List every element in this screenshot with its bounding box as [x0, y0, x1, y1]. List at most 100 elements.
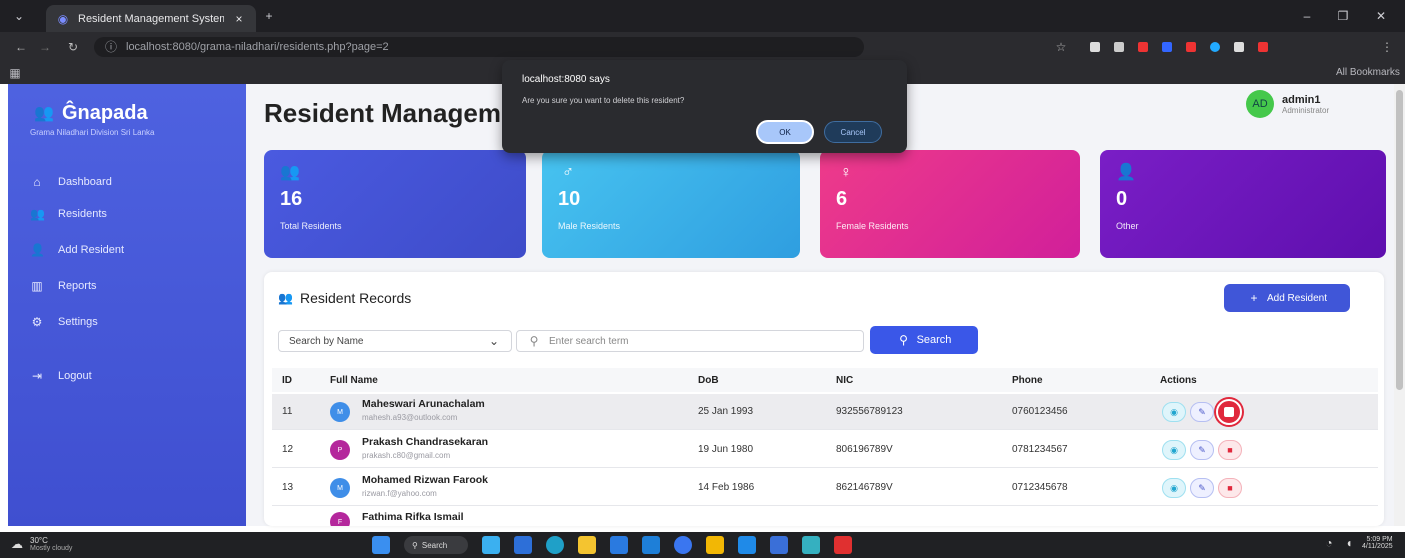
- back-icon[interactable]: ←: [14, 40, 28, 54]
- taskview-icon[interactable]: [514, 536, 532, 554]
- user-plus-icon: 👤: [30, 243, 45, 257]
- resident-records-panel: 👥 Resident Records + Add Resident Search…: [264, 272, 1384, 526]
- extension-icon[interactable]: [1114, 42, 1124, 52]
- cell-nic: 862146789V: [836, 482, 893, 493]
- search-by-select[interactable]: Search by Name ⌄: [278, 330, 512, 352]
- tab-menu-icon[interactable]: ⌄: [12, 9, 26, 23]
- sidebar-item-settings[interactable]: ⚙ Settings: [30, 312, 98, 332]
- taskbar-search[interactable]: ⚲ Search: [404, 536, 468, 554]
- view-button[interactable]: ◉: [1162, 402, 1186, 422]
- cell-nic: 806196789V: [836, 444, 893, 455]
- profile-icon[interactable]: [1258, 42, 1268, 52]
- browser-menu-icon[interactable]: ⋮: [1380, 40, 1394, 54]
- app-icon[interactable]: [802, 536, 820, 554]
- vscode-icon[interactable]: [738, 536, 756, 554]
- delete-button[interactable]: ■: [1218, 478, 1242, 498]
- delete-button[interactable]: [1216, 399, 1242, 425]
- bookmark-star-icon[interactable]: ☆: [1054, 40, 1068, 54]
- cloud-icon: ☁: [11, 537, 23, 551]
- view-button[interactable]: ◉: [1162, 440, 1186, 460]
- stat-label: Total Residents: [280, 221, 342, 231]
- dialog-message: Are you sure you want to delete this res…: [522, 96, 685, 105]
- col-actions: Actions: [1160, 375, 1197, 386]
- widgets-icon[interactable]: [482, 536, 500, 554]
- stat-card-male: ♂ 10 Male Residents: [542, 150, 800, 258]
- col-id: ID: [282, 375, 292, 386]
- apps-icon[interactable]: ▦: [8, 66, 22, 80]
- extension-icon[interactable]: [1186, 42, 1196, 52]
- dialog-title: localhost:8080 says: [522, 74, 610, 85]
- chevron-down-icon: ⌄: [488, 334, 500, 348]
- sidebar-item-add-resident[interactable]: 👤 Add Resident: [30, 240, 124, 260]
- brand-subtitle: Grama Niladhari Division Sri Lanka: [30, 128, 155, 137]
- ok-button[interactable]: OK: [756, 120, 814, 144]
- stat-value: 10: [558, 188, 581, 210]
- file-explorer-icon[interactable]: [578, 536, 596, 554]
- mail-icon[interactable]: [642, 536, 660, 554]
- sidebar-item-reports[interactable]: ▥ Reports: [30, 276, 96, 296]
- extension-icon[interactable]: [1138, 42, 1148, 52]
- brand-logo[interactable]: 👥 Ĝnapada: [34, 102, 148, 125]
- stat-label: Other: [1116, 221, 1139, 231]
- site-info-icon[interactable]: ⓘ: [104, 40, 118, 54]
- col-phone: Phone: [1012, 375, 1043, 386]
- url-field[interactable]: ⓘ localhost:8080/grama-niladhari/residen…: [94, 37, 864, 57]
- browser-icon[interactable]: [674, 536, 692, 554]
- extension-icon[interactable]: [1234, 42, 1244, 52]
- close-tab-icon[interactable]: ×: [232, 12, 246, 26]
- minimize-icon[interactable]: –: [1300, 9, 1314, 23]
- cell-name: Mohamed Rizwan Farook: [362, 474, 489, 486]
- pdf-icon[interactable]: [834, 536, 852, 554]
- avatar: F: [330, 512, 350, 526]
- view-button[interactable]: ◉: [1162, 478, 1186, 498]
- scrollbar-thumb[interactable]: [1396, 90, 1403, 390]
- app-icon[interactable]: [706, 536, 724, 554]
- edit-button[interactable]: ✎: [1190, 402, 1214, 422]
- page-scrollbar[interactable]: [1394, 84, 1405, 526]
- search-button[interactable]: ⚲ Search: [870, 326, 978, 354]
- screen: { "browser": { "tab_title": "Resident Ma…: [0, 0, 1405, 558]
- start-icon[interactable]: [372, 536, 390, 554]
- close-window-icon[interactable]: ✕: [1374, 9, 1388, 23]
- reload-icon[interactable]: ↻: [66, 40, 80, 54]
- avatar: P: [330, 440, 350, 460]
- cancel-button[interactable]: Cancel: [824, 121, 882, 143]
- stat-label: Male Residents: [558, 221, 621, 231]
- cell-phone: 0781234567: [1012, 444, 1068, 455]
- edge-icon[interactable]: [546, 536, 564, 554]
- sidebar: 👥 Ĝnapada Grama Niladhari Division Sri L…: [8, 84, 246, 526]
- user-menu[interactable]: AD admin1 Administrator: [1246, 90, 1329, 118]
- delete-button[interactable]: ■: [1218, 440, 1242, 460]
- taskbar: ☁ 30°C Mostly cloudy ⚲ Search ◔ ◖ 5:09 PM…: [0, 532, 1405, 558]
- extension-icon[interactable]: [1162, 42, 1172, 52]
- app-icon[interactable]: [770, 536, 788, 554]
- edit-button[interactable]: ✎: [1190, 440, 1214, 460]
- store-icon[interactable]: [610, 536, 628, 554]
- extension-icon[interactable]: [1210, 42, 1220, 52]
- sidebar-item-label: Residents: [58, 208, 107, 220]
- extension-icon[interactable]: [1090, 42, 1100, 52]
- restore-icon[interactable]: ❐: [1336, 9, 1350, 23]
- cell-name: Prakash Chandrasekaran: [362, 436, 489, 448]
- cell-dob: 25 Jan 1993: [698, 406, 754, 417]
- all-bookmarks[interactable]: All Bookmarks: [1336, 67, 1400, 78]
- weather-widget[interactable]: ☁ 30°C Mostly cloudy: [10, 536, 72, 552]
- forward-icon[interactable]: →: [38, 40, 52, 54]
- new-tab-icon[interactable]: +: [262, 9, 276, 23]
- edit-icon: ✎: [1198, 482, 1206, 493]
- user-name: admin1: [1282, 93, 1321, 106]
- user-icon: 👤: [1116, 164, 1136, 181]
- weather-desc: Mostly cloudy: [30, 545, 73, 552]
- sidebar-item-label: Add Resident: [58, 244, 125, 256]
- sidebar-item-logout[interactable]: ⇥ Logout: [30, 366, 92, 386]
- sidebar-item-dashboard[interactable]: ⌂ Dashboard: [30, 172, 111, 192]
- search-input[interactable]: ⚲ Enter search term: [516, 330, 864, 352]
- search-placeholder: Enter search term: [549, 335, 629, 347]
- browser-tab[interactable]: ◉ Resident Management System ×: [46, 5, 256, 32]
- cell-dob: 19 Jun 1980: [698, 444, 754, 455]
- sidebar-item-residents[interactable]: 👥 Residents: [30, 204, 107, 224]
- stat-value: 0: [1116, 188, 1128, 210]
- edit-button[interactable]: ✎: [1190, 478, 1214, 498]
- system-tray[interactable]: ◔ ◖ 5:09 PM 4/11/2025: [1322, 536, 1392, 550]
- add-resident-button[interactable]: + Add Resident: [1224, 284, 1350, 312]
